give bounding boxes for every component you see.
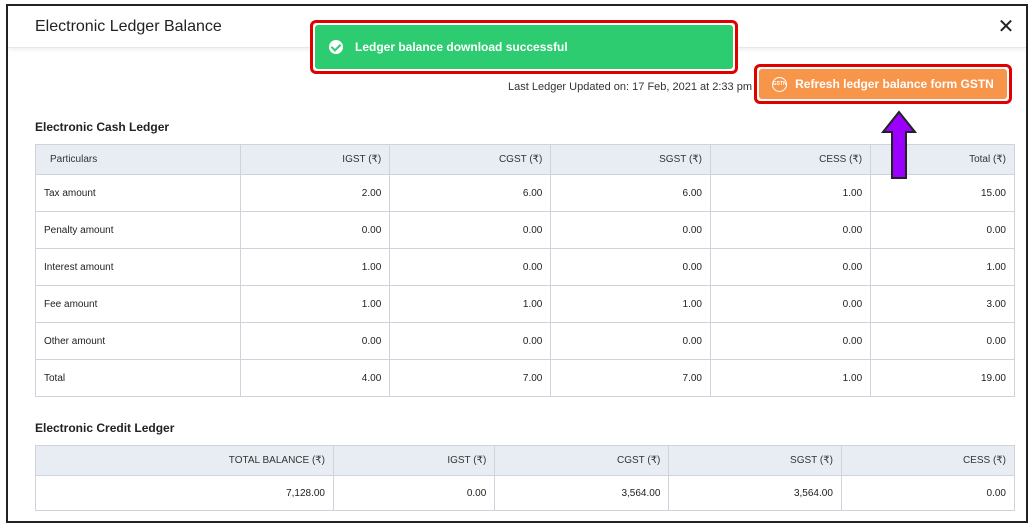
row-label: Penalty amount bbox=[35, 211, 241, 249]
table-cell: 2.00 bbox=[239, 174, 391, 212]
toast-message: Ledger balance download successful bbox=[355, 40, 568, 54]
table-cell: 1.00 bbox=[709, 174, 872, 212]
table-cell: 0.00 bbox=[709, 211, 872, 249]
column-header: CESS (₹) bbox=[709, 144, 872, 175]
table-cell: 0.00 bbox=[239, 211, 391, 249]
table-cell: 0.00 bbox=[550, 211, 711, 249]
check-circle-icon bbox=[329, 40, 343, 54]
column-header: TOTAL BALANCE (₹) bbox=[35, 445, 334, 476]
table-header-row: TOTAL BALANCE (₹) IGST (₹) CGST (₹) SGST… bbox=[35, 445, 1016, 476]
table-cell: 0.00 bbox=[840, 475, 1016, 511]
close-icon[interactable]: ✕ bbox=[994, 14, 1018, 38]
table-cell: 15.00 bbox=[870, 174, 1015, 212]
table-cell: 1.00 bbox=[389, 285, 552, 323]
row-label: Total bbox=[35, 359, 241, 397]
table-cell: 1.00 bbox=[709, 359, 872, 397]
table-cell: 6.00 bbox=[550, 174, 711, 212]
table-header-row: Particulars IGST (₹) CGST (₹) SGST (₹) C… bbox=[35, 144, 1015, 175]
column-header: CESS (₹) bbox=[840, 445, 1016, 476]
column-header: CGST (₹) bbox=[494, 445, 670, 476]
table-cell: 0.00 bbox=[709, 285, 872, 323]
table-cell: 0.00 bbox=[709, 322, 872, 360]
gstn-icon: GSTN bbox=[772, 76, 788, 92]
table-cell: 0.00 bbox=[389, 322, 552, 360]
table-cell: 0.00 bbox=[550, 322, 711, 360]
column-header: SGST (₹) bbox=[550, 144, 711, 175]
table-cell: 0.00 bbox=[870, 322, 1015, 360]
table-cell: 3.00 bbox=[870, 285, 1015, 323]
table-cell: 1.00 bbox=[870, 248, 1015, 286]
table-row: Interest amount 1.00 0.00 0.00 0.00 1.00 bbox=[35, 248, 1015, 286]
table-row: Total 4.00 7.00 7.00 1.00 19.00 bbox=[35, 359, 1015, 397]
toast-highlight: Ledger balance download successful bbox=[310, 20, 738, 74]
table-cell: 7.00 bbox=[389, 359, 552, 397]
column-header: IGST (₹) bbox=[239, 144, 391, 175]
credit-ledger-table: TOTAL BALANCE (₹) IGST (₹) CGST (₹) SGST… bbox=[35, 445, 1016, 511]
table-cell: 7,128.00 bbox=[35, 475, 334, 511]
success-toast: Ledger balance download successful bbox=[315, 25, 733, 69]
cash-ledger-title: Electronic Cash Ledger bbox=[35, 120, 170, 134]
table-cell: 19.00 bbox=[870, 359, 1015, 397]
table-cell: 1.00 bbox=[239, 248, 391, 286]
table-cell: 7.00 bbox=[550, 359, 711, 397]
column-header: CGST (₹) bbox=[389, 144, 552, 175]
table-cell: 0.00 bbox=[389, 248, 552, 286]
column-header: Particulars bbox=[35, 144, 241, 175]
table-cell: 1.00 bbox=[239, 285, 391, 323]
table-cell: 0.00 bbox=[870, 211, 1015, 249]
table-row: Tax amount 2.00 6.00 6.00 1.00 15.00 bbox=[35, 174, 1015, 212]
row-label: Tax amount bbox=[35, 174, 241, 212]
modal-title: Electronic Ledger Balance bbox=[35, 18, 222, 35]
table-cell: 3,564.00 bbox=[494, 475, 670, 511]
table-row: Other amount 0.00 0.00 0.00 0.00 0.00 bbox=[35, 322, 1015, 360]
table-cell: 0.00 bbox=[332, 475, 496, 511]
table-cell: 0.00 bbox=[709, 248, 872, 286]
table-cell: 0.00 bbox=[389, 211, 552, 249]
table-cell: 6.00 bbox=[389, 174, 552, 212]
table-cell: 0.00 bbox=[239, 322, 391, 360]
refresh-button-highlight: GSTN Refresh ledger balance form GSTN bbox=[754, 64, 1012, 104]
column-header: IGST (₹) bbox=[332, 445, 496, 476]
table-cell: 1.00 bbox=[550, 285, 711, 323]
table-row: Penalty amount 0.00 0.00 0.00 0.00 0.00 bbox=[35, 211, 1015, 249]
cash-ledger-table: Particulars IGST (₹) CGST (₹) SGST (₹) C… bbox=[35, 144, 1015, 397]
table-cell: 3,564.00 bbox=[668, 475, 842, 511]
table-row: 7,128.00 0.00 3,564.00 3,564.00 0.00 bbox=[35, 475, 1016, 511]
last-updated-text: Last Ledger Updated on: 17 Feb, 2021 at … bbox=[508, 81, 753, 93]
row-label: Interest amount bbox=[35, 248, 241, 286]
table-row: Fee amount 1.00 1.00 1.00 0.00 3.00 bbox=[35, 285, 1015, 323]
column-header: SGST (₹) bbox=[668, 445, 842, 476]
ledger-modal: Electronic Ledger Balance ✕ Last Ledger … bbox=[6, 4, 1028, 523]
up-arrow-icon bbox=[881, 110, 917, 179]
row-label: Fee amount bbox=[35, 285, 241, 323]
table-cell: 4.00 bbox=[239, 359, 391, 397]
row-label: Other amount bbox=[35, 322, 241, 360]
credit-ledger-title: Electronic Credit Ledger bbox=[35, 421, 175, 435]
table-cell: 0.00 bbox=[550, 248, 711, 286]
refresh-button-label: Refresh ledger balance form GSTN bbox=[795, 77, 994, 91]
refresh-ledger-button[interactable]: GSTN Refresh ledger balance form GSTN bbox=[759, 69, 1007, 99]
